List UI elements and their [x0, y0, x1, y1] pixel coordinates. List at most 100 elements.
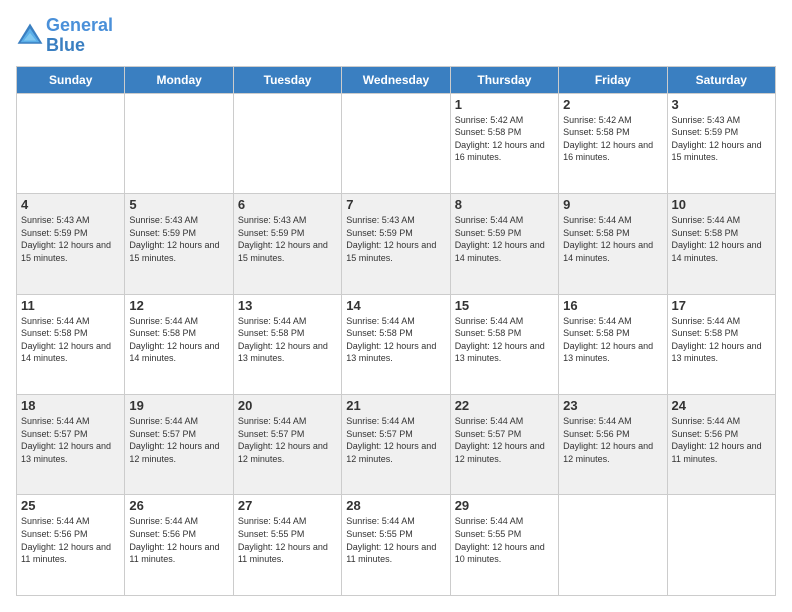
calendar-cell: 17 Sunrise: 5:44 AMSunset: 5:58 PMDayligh…: [667, 294, 775, 394]
day-number: 7: [346, 197, 445, 212]
week-row-3: 11 Sunrise: 5:44 AMSunset: 5:58 PMDayligh…: [17, 294, 776, 394]
day-number: 4: [21, 197, 120, 212]
day-info: Sunrise: 5:44 AMSunset: 5:59 PMDaylight:…: [455, 214, 554, 264]
day-info: Sunrise: 5:44 AMSunset: 5:58 PMDaylight:…: [346, 315, 445, 365]
day-header-monday: Monday: [125, 66, 233, 93]
day-number: 26: [129, 498, 228, 513]
day-info: Sunrise: 5:44 AMSunset: 5:56 PMDaylight:…: [672, 415, 771, 465]
day-number: 15: [455, 298, 554, 313]
day-info: Sunrise: 5:44 AMSunset: 5:58 PMDaylight:…: [563, 214, 662, 264]
week-row-4: 18 Sunrise: 5:44 AMSunset: 5:57 PMDayligh…: [17, 395, 776, 495]
day-header-thursday: Thursday: [450, 66, 558, 93]
day-number: 1: [455, 97, 554, 112]
calendar-cell: 3 Sunrise: 5:43 AMSunset: 5:59 PMDaylight…: [667, 93, 775, 193]
day-number: 5: [129, 197, 228, 212]
calendar-cell: 12 Sunrise: 5:44 AMSunset: 5:58 PMDayligh…: [125, 294, 233, 394]
calendar-cell: 10Sunrise: 5:44 AMSunset: 5:58 PMDayligh…: [667, 194, 775, 294]
day-info: Sunrise: 5:43 AMSunset: 5:59 PMDaylight:…: [129, 214, 228, 264]
day-number: 23: [563, 398, 662, 413]
day-info: Sunrise: 5:44 AMSunset: 5:58 PMDaylight:…: [672, 214, 771, 264]
calendar-cell: 24 Sunrise: 5:44 AMSunset: 5:56 PMDayligh…: [667, 395, 775, 495]
day-number: 29: [455, 498, 554, 513]
day-number: 14: [346, 298, 445, 313]
day-number: 11: [21, 298, 120, 313]
calendar-cell: 29Sunrise: 5:44 AMSunset: 5:55 PMDayligh…: [450, 495, 558, 596]
day-info: Sunrise: 5:44 AMSunset: 5:56 PMDaylight:…: [21, 515, 120, 565]
day-info: Sunrise: 5:44 AMSunset: 5:55 PMDaylight:…: [238, 515, 337, 565]
day-info: Sunrise: 5:44 AMSunset: 5:58 PMDaylight:…: [563, 315, 662, 365]
calendar-cell: [125, 93, 233, 193]
calendar-cell: 1 Sunrise: 5:42 AMSunset: 5:58 PMDaylight…: [450, 93, 558, 193]
day-info: Sunrise: 5:44 AMSunset: 5:58 PMDaylight:…: [672, 315, 771, 365]
day-info: Sunrise: 5:43 AMSunset: 5:59 PMDaylight:…: [672, 114, 771, 164]
day-number: 3: [672, 97, 771, 112]
week-row-5: 25 Sunrise: 5:44 AMSunset: 5:56 PMDayligh…: [17, 495, 776, 596]
day-info: Sunrise: 5:44 AMSunset: 5:58 PMDaylight:…: [21, 315, 120, 365]
day-number: 16: [563, 298, 662, 313]
day-number: 19: [129, 398, 228, 413]
calendar-cell: 19Sunrise: 5:44 AMSunset: 5:57 PMDayligh…: [125, 395, 233, 495]
calendar-cell: 26 Sunrise: 5:44 AMSunset: 5:56 PMDayligh…: [125, 495, 233, 596]
day-header-wednesday: Wednesday: [342, 66, 450, 93]
calendar-table: SundayMondayTuesdayWednesdayThursdayFrid…: [16, 66, 776, 596]
day-number: 28: [346, 498, 445, 513]
calendar-cell: 13 Sunrise: 5:44 AMSunset: 5:58 PMDayligh…: [233, 294, 341, 394]
week-row-2: 4 Sunrise: 5:43 AMSunset: 5:59 PMDaylight…: [17, 194, 776, 294]
logo-icon: [16, 22, 44, 50]
calendar-cell: 23Sunrise: 5:44 AMSunset: 5:56 PMDayligh…: [559, 395, 667, 495]
week-row-1: 1 Sunrise: 5:42 AMSunset: 5:58 PMDaylight…: [17, 93, 776, 193]
day-info: Sunrise: 5:44 AMSunset: 5:58 PMDaylight:…: [238, 315, 337, 365]
day-number: 9: [563, 197, 662, 212]
day-number: 18: [21, 398, 120, 413]
calendar-cell: [667, 495, 775, 596]
day-number: 2: [563, 97, 662, 112]
day-info: Sunrise: 5:44 AMSunset: 5:57 PMDaylight:…: [455, 415, 554, 465]
day-number: 20: [238, 398, 337, 413]
day-info: Sunrise: 5:43 AMSunset: 5:59 PMDaylight:…: [238, 214, 337, 264]
calendar-cell: 14 Sunrise: 5:44 AMSunset: 5:58 PMDayligh…: [342, 294, 450, 394]
day-info: Sunrise: 5:44 AMSunset: 5:58 PMDaylight:…: [129, 315, 228, 365]
day-number: 24: [672, 398, 771, 413]
calendar-cell: 11 Sunrise: 5:44 AMSunset: 5:58 PMDayligh…: [17, 294, 125, 394]
day-info: Sunrise: 5:44 AMSunset: 5:58 PMDaylight:…: [455, 315, 554, 365]
day-number: 21: [346, 398, 445, 413]
day-number: 27: [238, 498, 337, 513]
day-header-sunday: Sunday: [17, 66, 125, 93]
calendar-cell: 21 Sunrise: 5:44 AMSunset: 5:57 PMDayligh…: [342, 395, 450, 495]
calendar-cell: 7 Sunrise: 5:43 AMSunset: 5:59 PMDaylight…: [342, 194, 450, 294]
calendar-cell: 25 Sunrise: 5:44 AMSunset: 5:56 PMDayligh…: [17, 495, 125, 596]
day-header-tuesday: Tuesday: [233, 66, 341, 93]
calendar-cell: [233, 93, 341, 193]
day-info: Sunrise: 5:43 AMSunset: 5:59 PMDaylight:…: [21, 214, 120, 264]
day-number: 22: [455, 398, 554, 413]
day-number: 17: [672, 298, 771, 313]
day-info: Sunrise: 5:44 AMSunset: 5:56 PMDaylight:…: [129, 515, 228, 565]
day-number: 6: [238, 197, 337, 212]
day-number: 12: [129, 298, 228, 313]
calendar-cell: [342, 93, 450, 193]
day-info: Sunrise: 5:43 AMSunset: 5:59 PMDaylight:…: [346, 214, 445, 264]
day-number: 8: [455, 197, 554, 212]
header: General Blue: [16, 16, 776, 56]
day-info: Sunrise: 5:44 AMSunset: 5:57 PMDaylight:…: [238, 415, 337, 465]
day-header-friday: Friday: [559, 66, 667, 93]
day-header-saturday: Saturday: [667, 66, 775, 93]
calendar-cell: 20 Sunrise: 5:44 AMSunset: 5:57 PMDayligh…: [233, 395, 341, 495]
day-info: Sunrise: 5:42 AMSunset: 5:58 PMDaylight:…: [563, 114, 662, 164]
calendar-cell: [559, 495, 667, 596]
logo-text: General Blue: [46, 16, 113, 56]
day-number: 13: [238, 298, 337, 313]
calendar-cell: 9 Sunrise: 5:44 AMSunset: 5:58 PMDaylight…: [559, 194, 667, 294]
calendar-cell: 2 Sunrise: 5:42 AMSunset: 5:58 PMDaylight…: [559, 93, 667, 193]
day-info: Sunrise: 5:44 AMSunset: 5:57 PMDaylight:…: [346, 415, 445, 465]
header-row: SundayMondayTuesdayWednesdayThursdayFrid…: [17, 66, 776, 93]
calendar-cell: [17, 93, 125, 193]
calendar-cell: 18Sunrise: 5:44 AMSunset: 5:57 PMDayligh…: [17, 395, 125, 495]
calendar-cell: 4 Sunrise: 5:43 AMSunset: 5:59 PMDaylight…: [17, 194, 125, 294]
day-info: Sunrise: 5:42 AMSunset: 5:58 PMDaylight:…: [455, 114, 554, 164]
calendar-cell: 5 Sunrise: 5:43 AMSunset: 5:59 PMDaylight…: [125, 194, 233, 294]
day-number: 25: [21, 498, 120, 513]
day-info: Sunrise: 5:44 AMSunset: 5:55 PMDaylight:…: [346, 515, 445, 565]
logo: General Blue: [16, 16, 113, 56]
page: General Blue SundayMondayTuesdayWednesda…: [0, 0, 792, 612]
